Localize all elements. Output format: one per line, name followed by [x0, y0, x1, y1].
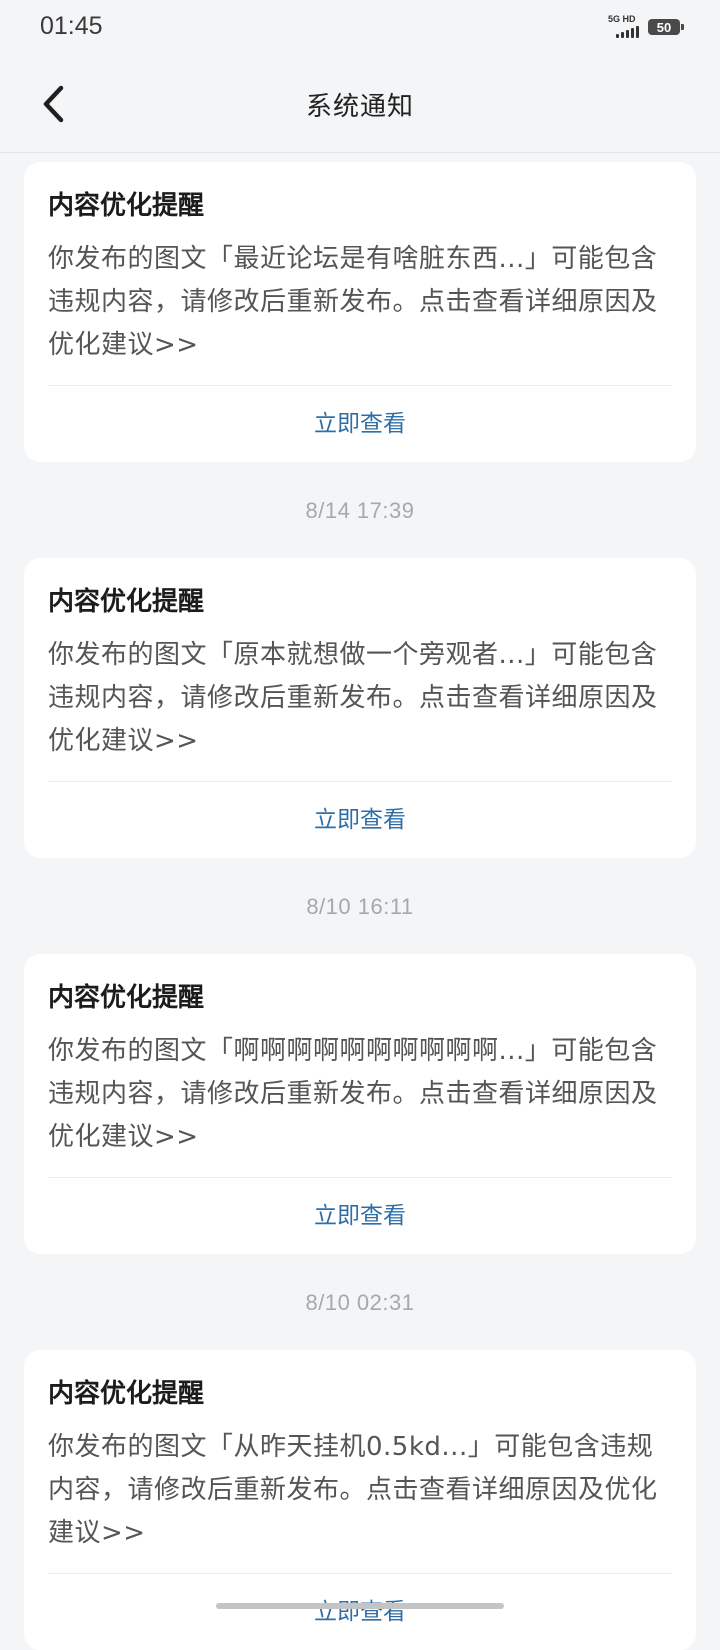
notification-title: 内容优化提醒 — [48, 587, 205, 617]
page-title: 系统通知 — [305, 92, 414, 122]
timestamp: 8/14 17:39 — [305, 498, 415, 523]
notification-body[interactable]: 你发布的图文「啊啊啊啊啊啊啊啊啊啊...」可能包含违规内容，请修改后重新发布。点… — [48, 1030, 672, 1159]
notification-title: 内容优化提醒 — [48, 983, 205, 1013]
status-icons: 5G HD 50 — [608, 14, 684, 40]
notification-body[interactable]: 你发布的图文「最近论坛是有啥脏东西...」可能包含违规内容，请修改后重新发布。点… — [48, 238, 672, 367]
notification-title: 内容优化提醒 — [48, 191, 205, 221]
home-indicator[interactable] — [216, 1603, 504, 1609]
signal-icon: 5G HD — [608, 14, 642, 40]
notification-title: 内容优化提醒 — [48, 1379, 205, 1409]
status-bar: 01:45 5G HD 50 — [0, 0, 720, 58]
view-now-button[interactable]: 立即查看 — [48, 1178, 672, 1254]
battery-level: 50 — [656, 19, 672, 35]
notification-body[interactable]: 你发布的图文「原本就想做一个旁观者...」可能包含违规内容，请修改后重新发布。点… — [48, 634, 672, 763]
status-time: 01:45 — [40, 12, 103, 40]
network-type-label: 5G HD — [608, 14, 636, 24]
timestamp: 8/10 02:31 — [305, 1290, 415, 1315]
notification-card: 内容优化提醒 你发布的图文「最近论坛是有啥脏东西...」可能包含违规内容，请修改… — [24, 162, 696, 462]
notification-card: 内容优化提醒 你发布的图文「原本就想做一个旁观者...」可能包含违规内容，请修改… — [24, 558, 696, 858]
battery-icon: 50 — [648, 19, 684, 35]
view-now-button[interactable]: 立即查看 — [48, 386, 672, 462]
navigation-bar: 系统通知 — [0, 58, 720, 153]
notification-list: 内容优化提醒 你发布的图文「最近论坛是有啥脏东西...」可能包含违规内容，请修改… — [0, 162, 720, 1650]
timestamp: 8/10 16:11 — [306, 894, 414, 919]
view-now-button[interactable]: 立即查看 — [48, 1574, 672, 1650]
view-now-button[interactable]: 立即查看 — [48, 782, 672, 858]
notification-body[interactable]: 你发布的图文「从昨天挂机0.5kd...」可能包含违规内容，请修改后重新发布。点… — [48, 1426, 672, 1555]
notification-card: 内容优化提醒 你发布的图文「啊啊啊啊啊啊啊啊啊啊...」可能包含违规内容，请修改… — [24, 954, 696, 1254]
